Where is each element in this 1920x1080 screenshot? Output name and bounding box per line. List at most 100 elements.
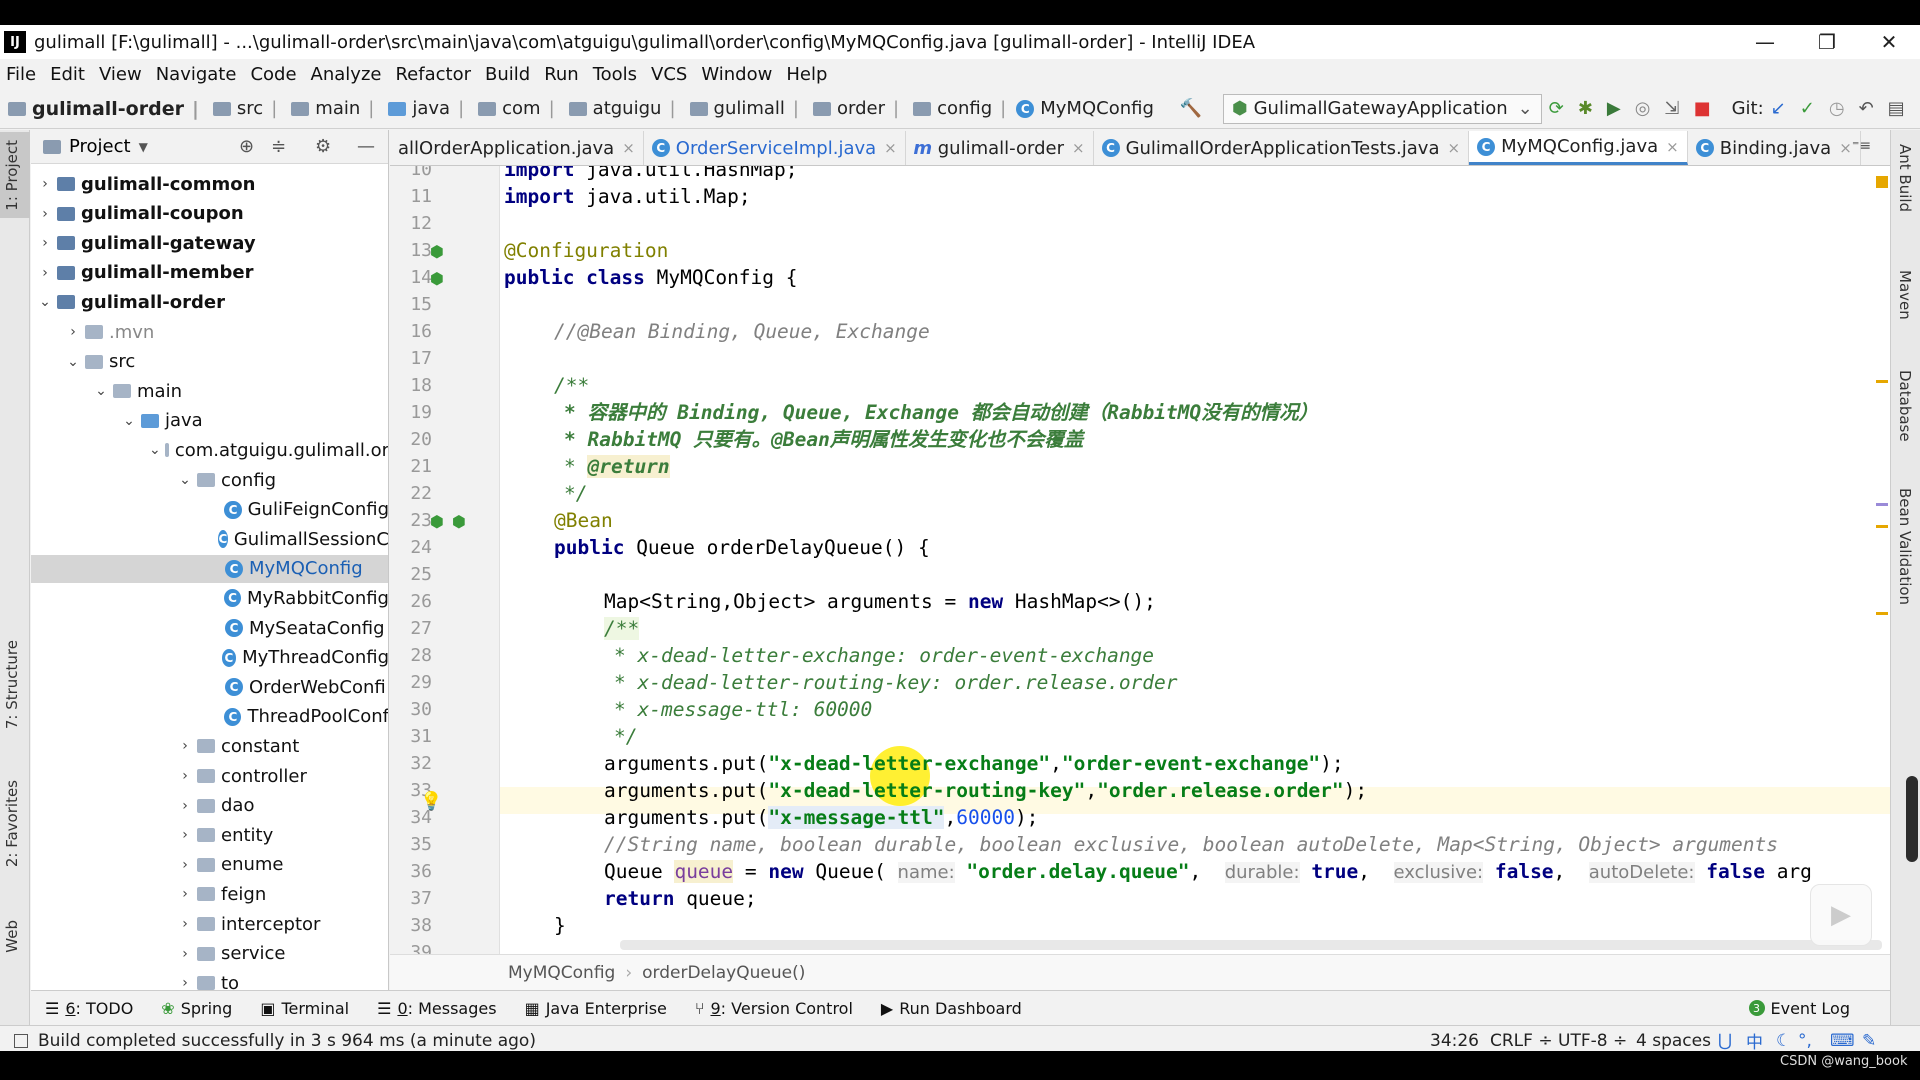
line-separator[interactable]: CRLF ÷ xyxy=(1490,1031,1553,1051)
profile-icon[interactable]: ◎ xyxy=(1635,98,1651,120)
chevron-right-icon[interactable]: › xyxy=(37,176,53,192)
run-dashboard-tool-button[interactable]: ▶ Run Dashboard xyxy=(881,999,1022,1018)
coverage-icon[interactable]: ▶ xyxy=(1607,98,1621,120)
chevron-right-icon[interactable]: › xyxy=(177,738,193,754)
chevron-down-icon[interactable]: ⌄ xyxy=(177,472,193,488)
tree-item-gulifeignconfig[interactable]: C GuliFeignConfig xyxy=(31,496,388,524)
menu-analyze[interactable]: Analyze xyxy=(305,64,390,85)
git-commit-icon[interactable]: ✓ xyxy=(1800,98,1815,120)
tree-item-entity[interactable]: › entity xyxy=(31,821,388,849)
rerun-icon[interactable]: ⟳ xyxy=(1549,98,1564,120)
chevron-right-icon[interactable]: › xyxy=(177,768,193,784)
chevron-down-icon[interactable]: ⌄ xyxy=(37,294,53,310)
editor-tab[interactable]: C OrderServiceImpl.java × xyxy=(644,131,906,165)
ime-mode[interactable]: 中 xyxy=(1746,1028,1763,1053)
crumb-module[interactable]: gulimall-order | xyxy=(0,98,199,120)
ime-keyboard-icon[interactable]: ⌨ xyxy=(1830,1031,1855,1051)
tree-item-feign[interactable]: › feign xyxy=(31,880,388,908)
tree-item-src[interactable]: ⌄ src xyxy=(31,348,388,376)
git-rollback-icon[interactable]: ↶ xyxy=(1859,98,1874,120)
chevron-down-icon[interactable]: ⌄ xyxy=(65,354,81,370)
todo-tool-button[interactable]: ☰ 6: TODO xyxy=(45,999,133,1018)
version-control-tool-button[interactable]: ⑂ 9: Version Control xyxy=(695,999,853,1018)
tree-item-gulimallsessionc[interactable]: C GulimallSessionC xyxy=(31,525,388,553)
git-branch-icon[interactable]: ⋃ xyxy=(1718,1031,1732,1051)
crumb-config[interactable]: config | xyxy=(905,98,1006,119)
menu-window[interactable]: Window xyxy=(695,64,780,85)
ime-moon-icon[interactable]: ☾ xyxy=(1776,1031,1791,1051)
crumb-class[interactable]: C MyMQConfig xyxy=(1012,98,1154,119)
tree-item-com-atguigu-gulimall-or[interactable]: ⌄ com.atguigu.gulimall.or xyxy=(31,436,388,464)
chevron-right-icon[interactable]: › xyxy=(65,324,81,340)
tree-item-constant[interactable]: › constant xyxy=(31,732,388,760)
change-marker[interactable] xyxy=(1876,503,1888,506)
tree-item-to[interactable]: › to xyxy=(31,969,388,990)
locate-icon[interactable]: ⊕ xyxy=(239,136,254,157)
maven-tool-button[interactable]: Maven xyxy=(1896,270,1914,320)
messages-tool-button[interactable]: ☰ 0: Messages xyxy=(377,999,496,1018)
project-tool-button[interactable]: 1: Project xyxy=(3,140,21,211)
horizontal-scrollbar[interactable] xyxy=(620,940,1882,950)
chevron-right-icon[interactable]: › xyxy=(177,886,193,902)
warning-marker[interactable] xyxy=(1876,380,1888,383)
hide-icon[interactable]: — xyxy=(357,136,375,157)
crumb-gulimall[interactable]: gulimall | xyxy=(682,98,799,119)
tree-item-gulimall-gateway[interactable]: › gulimall-gateway xyxy=(31,229,388,257)
menu-build[interactable]: Build xyxy=(479,64,538,85)
tree-item-threadpoolconf[interactable]: C ThreadPoolConf xyxy=(31,703,388,731)
chevron-right-icon[interactable]: › xyxy=(177,827,193,843)
chevron-right-icon[interactable]: › xyxy=(177,946,193,962)
collapse-icon[interactable]: ≑ xyxy=(271,136,286,157)
spring-tool-button[interactable]: ❀ Spring xyxy=(161,999,232,1018)
gear-icon[interactable]: ⚙ xyxy=(315,136,331,157)
ime-punct-icon[interactable]: °, xyxy=(1798,1031,1812,1051)
menu-help[interactable]: Help xyxy=(780,64,835,85)
warning-marker[interactable] xyxy=(1876,612,1888,615)
toggle-tool-windows-icon[interactable] xyxy=(14,1033,28,1048)
caret-position[interactable]: 34:26 xyxy=(1430,1031,1479,1051)
tabs-overflow-icon[interactable]: ⁼≡ xyxy=(1852,138,1871,154)
crumb-com[interactable]: com | xyxy=(470,98,555,119)
tree-item-enume[interactable]: › enume xyxy=(31,851,388,879)
chevron-down-icon[interactable]: ⌄ xyxy=(121,413,137,429)
menu-view[interactable]: View xyxy=(93,64,150,85)
tree-item-mythreadconfig[interactable]: C MyThreadConfig xyxy=(31,644,388,672)
video-play-icon[interactable]: ▶ xyxy=(1810,884,1872,946)
spring-bean-gutter-icon[interactable]: ⬢ xyxy=(430,269,444,288)
tree-item-service[interactable]: › service xyxy=(31,940,388,968)
tree-item-mymqconfig[interactable]: C MyMQConfig xyxy=(31,554,388,583)
close-tab-icon[interactable]: × xyxy=(884,139,897,157)
editor-tab[interactable]: m gulimall-order × xyxy=(906,131,1094,165)
indent-setting[interactable]: 4 spaces xyxy=(1636,1031,1711,1051)
minimize-button[interactable]: — xyxy=(1734,25,1796,59)
warning-marker[interactable] xyxy=(1876,525,1888,528)
run-config-select[interactable]: ⬢ GulimallGatewayApplication ⌄ xyxy=(1222,93,1542,124)
tree-item-main[interactable]: ⌄ main xyxy=(31,377,388,405)
menu-edit[interactable]: Edit xyxy=(44,64,93,85)
tree-item-myrabbitconfig[interactable]: C MyRabbitConfig xyxy=(31,584,388,612)
menu-file[interactable]: File xyxy=(0,64,44,85)
crumb-atguigu[interactable]: atguigu | xyxy=(561,98,676,119)
tree-item-gulimall-common[interactable]: › gulimall-common xyxy=(31,170,388,198)
tree-item-orderwebconfi[interactable]: C OrderWebConfi xyxy=(31,673,388,701)
inspection-ok-marker[interactable] xyxy=(1876,176,1888,188)
tree-item-controller[interactable]: › controller xyxy=(31,762,388,790)
stop-icon[interactable]: ■ xyxy=(1694,98,1711,120)
editor-tab[interactable]: CallOrderApplication.java× xyxy=(390,131,644,165)
menu-navigate[interactable]: Navigate xyxy=(150,64,245,85)
git-update-icon[interactable]: ↙ xyxy=(1771,98,1786,120)
editor-tab[interactable]: C MyMQConfig.java × xyxy=(1469,131,1688,165)
code-editor[interactable]: 10 11 12 13 14 15 16 17 18 19 20 21 22 23 24 25 26 27 28 29… xyxy=(390,166,1890,954)
chevron-right-icon[interactable]: › xyxy=(177,857,193,873)
tree-item-java[interactable]: ⌄ java xyxy=(31,407,388,435)
close-tab-icon[interactable]: × xyxy=(1447,139,1460,157)
ime-tools-icon[interactable]: ✎ xyxy=(1862,1031,1876,1051)
close-tab-icon[interactable]: × xyxy=(1072,139,1085,157)
tree-item-dao[interactable]: › dao xyxy=(31,792,388,820)
database-tool-button[interactable]: Database xyxy=(1896,370,1914,442)
crumb-src[interactable]: src | xyxy=(205,98,277,119)
tree-item-myseataconfig[interactable]: C MySeataConfig xyxy=(31,614,388,642)
project-structure-icon[interactable]: ▤ xyxy=(1888,98,1905,120)
bean-validation-tool-button[interactable]: Bean Validation xyxy=(1896,488,1914,605)
close-tab-icon[interactable]: × xyxy=(1839,139,1852,157)
